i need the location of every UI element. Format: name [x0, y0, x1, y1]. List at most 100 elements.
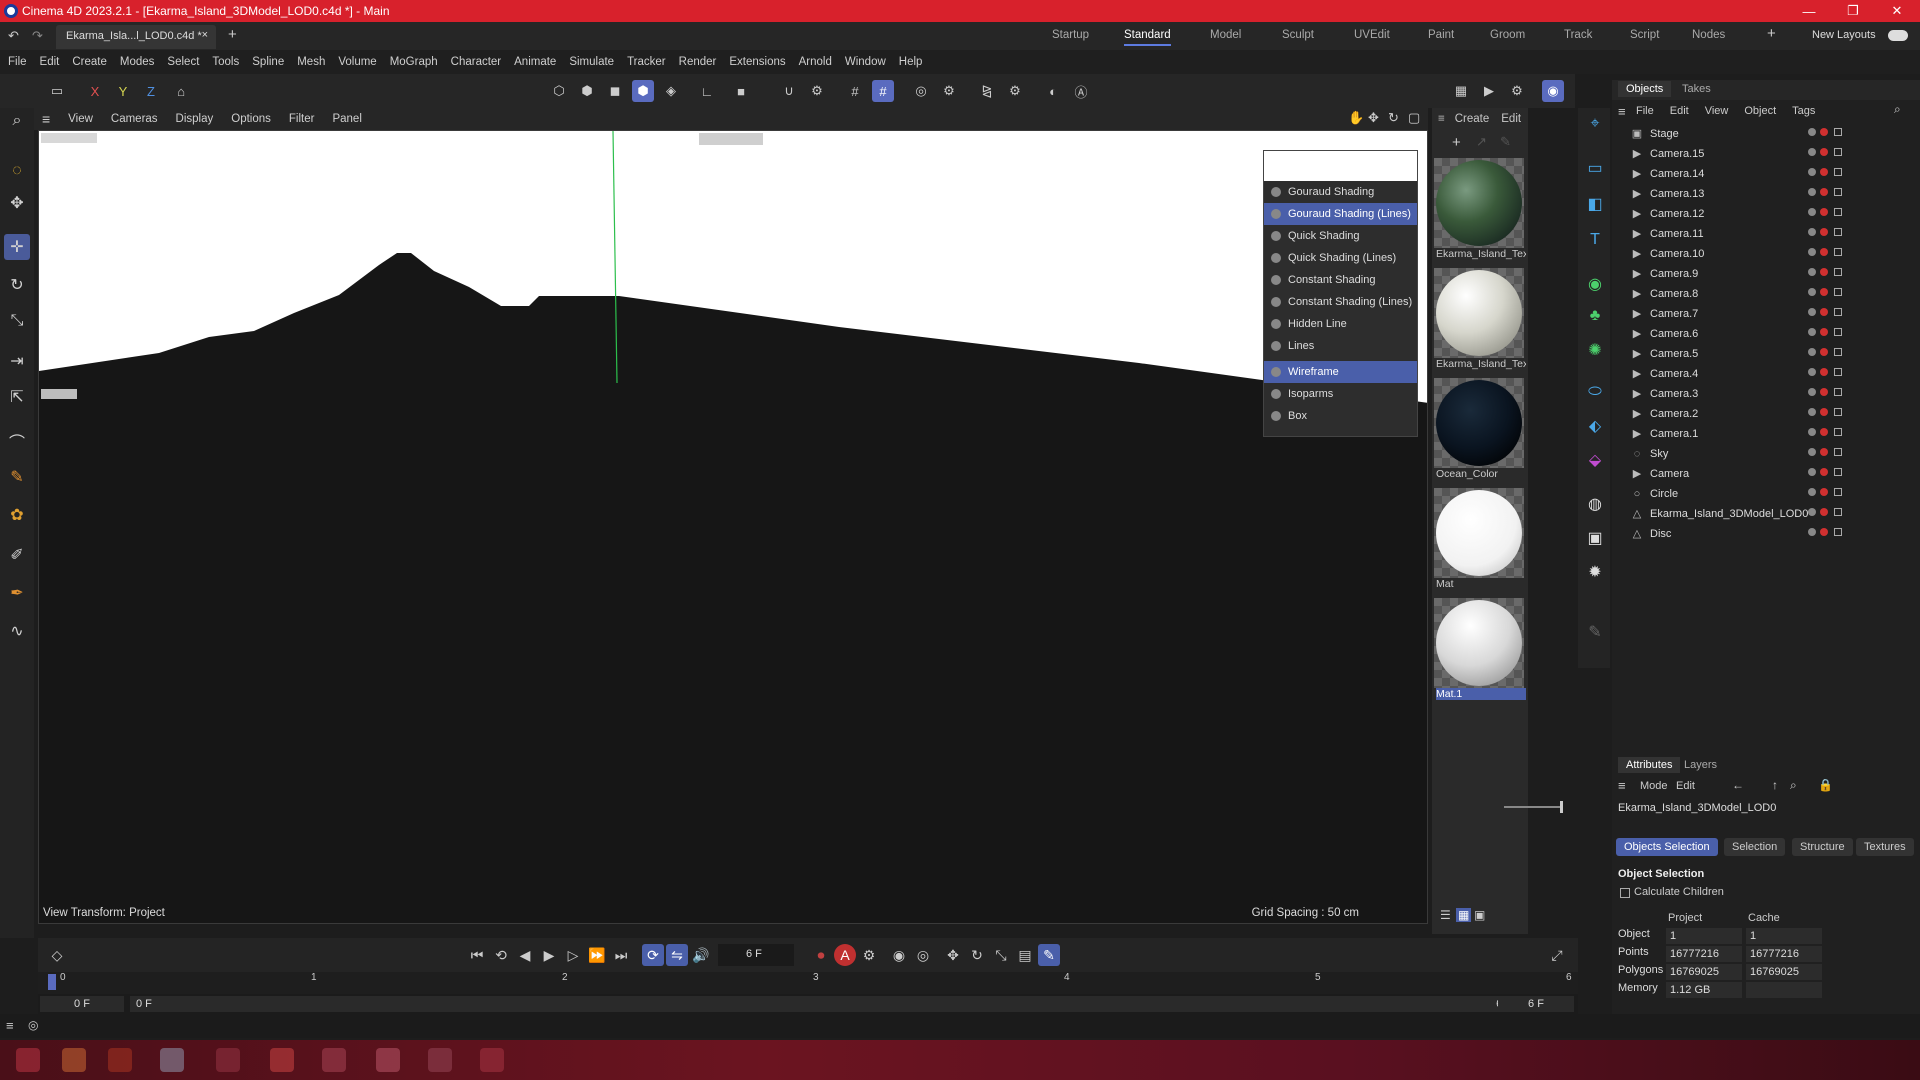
- render-dot[interactable]: [1820, 248, 1828, 256]
- minimize-button[interactable]: —: [1786, 0, 1832, 22]
- transform-tool-icon[interactable]: ✥: [4, 190, 30, 216]
- paint-brush-icon[interactable]: ✐: [4, 542, 30, 568]
- material-zoom-handle[interactable]: [1560, 801, 1563, 813]
- field-icon[interactable]: ✺: [1583, 338, 1607, 362]
- spline-tool-icon[interactable]: ∿: [4, 618, 30, 644]
- tab-layout-model[interactable]: Model: [1210, 29, 1241, 41]
- material-thumbnail[interactable]: Ekarma_Island_Tex: [1434, 158, 1526, 260]
- taskbar-app-icon[interactable]: [216, 1048, 240, 1072]
- tab-objects[interactable]: Objects: [1618, 81, 1672, 97]
- render-dot[interactable]: [1820, 228, 1828, 236]
- render-dot[interactable]: [1820, 288, 1828, 296]
- visibility-dot[interactable]: [1808, 348, 1816, 356]
- taskbar-app-icon[interactable]: [428, 1048, 452, 1072]
- live-selection-icon[interactable]: ⌒: [4, 428, 30, 454]
- status-menu-icon[interactable]: ≡: [6, 1018, 14, 1033]
- render-picture-viewer-icon[interactable]: ▶: [1478, 80, 1500, 102]
- visibility-dot[interactable]: [1808, 388, 1816, 396]
- object-row[interactable]: ▶ Camera.12: [1612, 204, 1920, 224]
- current-frame-field[interactable]: 6 F: [718, 944, 794, 966]
- visibility-dot[interactable]: [1808, 288, 1816, 296]
- viewport-menu-display[interactable]: Display: [176, 113, 214, 125]
- rectangle-spline-icon[interactable]: ▭: [1583, 156, 1607, 180]
- orbit-icon[interactable]: ↻: [1388, 110, 1399, 126]
- attribute-search-icon[interactable]: ⌕: [1790, 778, 1797, 793]
- pan-icon[interactable]: ✋: [1348, 110, 1364, 126]
- render-dot[interactable]: [1820, 448, 1828, 456]
- visibility-dot[interactable]: [1808, 148, 1816, 156]
- menu-tools[interactable]: Tools: [212, 56, 239, 68]
- x-axis-toggle[interactable]: X: [84, 80, 106, 102]
- axis-tool-icon[interactable]: Ⓐ: [1070, 80, 1092, 102]
- material-thumbnail[interactable]: Ekarma_Island_Tex: [1434, 268, 1526, 370]
- material-thumbnail[interactable]: Mat: [1434, 488, 1524, 590]
- tab-layers[interactable]: Layers: [1684, 759, 1717, 771]
- object-row[interactable]: ▶ Camera.8: [1612, 284, 1920, 304]
- material-menu-icon[interactable]: ≡: [1438, 113, 1445, 125]
- visibility-dot[interactable]: [1808, 528, 1816, 536]
- deformer-icon[interactable]: ◐: [1042, 80, 1064, 102]
- object-row[interactable]: ▶ Camera.3: [1612, 384, 1920, 404]
- menu-character[interactable]: Character: [451, 56, 502, 68]
- object-row[interactable]: ▶ Camera.11: [1612, 224, 1920, 244]
- large-view-icon[interactable]: ▣: [1474, 908, 1485, 922]
- start-frame-field[interactable]: 0 F: [40, 996, 124, 1012]
- move-view-icon[interactable]: ✥: [1368, 110, 1379, 126]
- material-thumbnail[interactable]: Ocean_Color: [1434, 378, 1524, 480]
- menu-file[interactable]: File: [8, 56, 27, 68]
- pen-tool-icon[interactable]: ✒: [4, 580, 30, 606]
- cloner-icon[interactable]: ◉: [1583, 272, 1607, 296]
- autokey-button[interactable]: A: [834, 944, 856, 966]
- visibility-dot[interactable]: [1808, 208, 1816, 216]
- playhead[interactable]: [48, 974, 56, 990]
- visibility-dot[interactable]: [1808, 308, 1816, 316]
- symmetry-icon[interactable]: ⧎: [976, 80, 998, 102]
- menu-render[interactable]: Render: [679, 56, 717, 68]
- object-row[interactable]: ▶ Camera.7: [1612, 304, 1920, 324]
- taskbar-app-icon[interactable]: [62, 1048, 86, 1072]
- next-frame-icon[interactable]: ▷: [562, 944, 584, 966]
- go-to-end-icon[interactable]: ⏭: [610, 944, 632, 966]
- object-row[interactable]: ▶ Camera.13: [1612, 184, 1920, 204]
- add-tab-icon[interactable]: +: [228, 26, 237, 43]
- y-axis-toggle[interactable]: Y: [112, 80, 134, 102]
- render-dot[interactable]: [1820, 408, 1828, 416]
- visibility-dot[interactable]: [1808, 368, 1816, 376]
- object-row[interactable]: ▶ Camera.6: [1612, 324, 1920, 344]
- object-row[interactable]: ▣ Stage: [1612, 124, 1920, 144]
- camera-palette-icon[interactable]: ▣: [1583, 526, 1607, 550]
- visibility-dot[interactable]: [1808, 508, 1816, 516]
- object-row[interactable]: △ Ekarma_Island_3DModel_LOD0: [1612, 504, 1920, 524]
- display-option[interactable]: Quick Shading: [1264, 225, 1417, 247]
- visibility-dot[interactable]: [1808, 248, 1816, 256]
- layout-toggle[interactable]: [1888, 30, 1908, 41]
- loop-icon[interactable]: ⟳: [642, 944, 664, 966]
- deformer-palette-icon[interactable]: ⬭: [1583, 380, 1607, 404]
- render-dot[interactable]: [1820, 348, 1828, 356]
- viewport-menu-cameras[interactable]: Cameras: [111, 113, 158, 125]
- object-row[interactable]: △ Disc: [1612, 524, 1920, 544]
- taskbar-app-icon[interactable]: [376, 1048, 400, 1072]
- menu-tracker[interactable]: Tracker: [627, 56, 666, 68]
- render-dot[interactable]: [1820, 128, 1828, 136]
- points-mode-icon[interactable]: ⬡: [548, 80, 570, 102]
- menu-window[interactable]: Window: [845, 56, 886, 68]
- visibility-dot[interactable]: [1808, 188, 1816, 196]
- render-dot[interactable]: [1820, 428, 1828, 436]
- display-option[interactable]: Wireframe: [1264, 361, 1417, 383]
- redo-icon[interactable]: ↷: [32, 28, 43, 44]
- render-dot[interactable]: [1820, 488, 1828, 496]
- undo-icon[interactable]: ↶: [8, 28, 19, 44]
- object-row[interactable]: ▶ Camera.1: [1612, 424, 1920, 444]
- tab-layout-groom[interactable]: Groom: [1490, 29, 1525, 41]
- viewport-menu-filter[interactable]: Filter: [289, 113, 315, 125]
- tab-attributes[interactable]: Attributes: [1618, 757, 1681, 773]
- knife-tool-icon[interactable]: ✎: [4, 464, 30, 490]
- menu-select[interactable]: Select: [167, 56, 199, 68]
- spline-generator-icon[interactable]: ⬙: [1583, 448, 1607, 472]
- render-region-icon[interactable]: ◎: [910, 80, 932, 102]
- go-to-start-icon[interactable]: ⏮: [466, 944, 488, 966]
- object-row[interactable]: ▶ Camera.15: [1612, 144, 1920, 164]
- list-view-icon[interactable]: ☰: [1440, 908, 1451, 922]
- workplane-icon[interactable]: ∟: [696, 80, 718, 102]
